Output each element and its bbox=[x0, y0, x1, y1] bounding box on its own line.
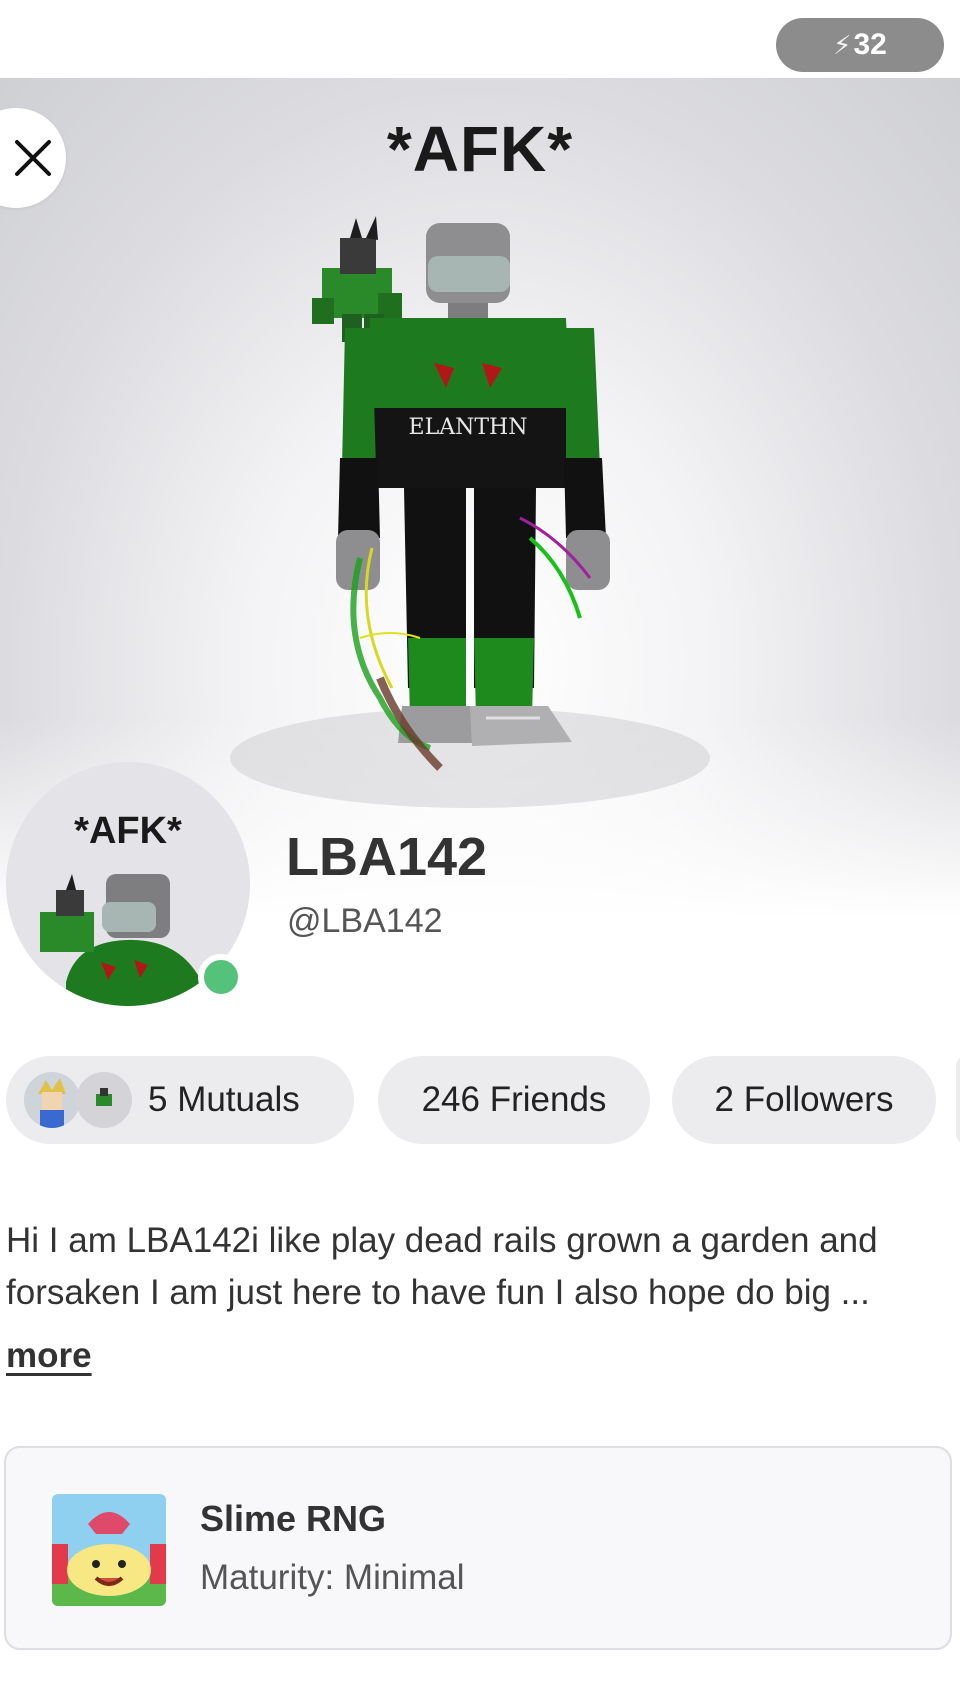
more-chip-partial[interactable] bbox=[956, 1056, 960, 1144]
mutual-avatar bbox=[24, 1072, 80, 1128]
friends-chip[interactable]: 246 Friends bbox=[378, 1056, 650, 1144]
followers-chip[interactable]: 2 Followers bbox=[672, 1056, 936, 1144]
mutuals-count: 5 Mutuals bbox=[148, 1080, 300, 1119]
svg-text:ELANTHN: ELANTHN bbox=[409, 415, 528, 440]
profile-page: ⚡ 32 ELANTHN *AFK* *AFK* LBA142 @LBA142 … bbox=[0, 0, 960, 1707]
username: @LBA142 bbox=[287, 902, 443, 940]
avatar-caption: *AFK* bbox=[74, 810, 182, 852]
followers-count: 2 Followers bbox=[714, 1080, 894, 1119]
avatar-overhead-text: *AFK* bbox=[386, 113, 574, 185]
mutual-avatar bbox=[76, 1072, 132, 1128]
display-name: LBA142 bbox=[286, 827, 488, 887]
current-experience-card[interactable]: Slime RNG Maturity: Minimal bbox=[4, 1446, 952, 1650]
mutual-avatar-image bbox=[76, 1072, 132, 1128]
mutual-avatar-image bbox=[24, 1072, 80, 1128]
status-badge-value: 32 bbox=[853, 28, 887, 61]
experience-title: Slime RNG bbox=[200, 1498, 387, 1539]
slime-game-icon bbox=[52, 1494, 166, 1606]
bio-more-link[interactable]: more bbox=[6, 1336, 92, 1376]
experience-maturity: Maturity: Minimal bbox=[200, 1558, 465, 1597]
mutuals-chip[interactable]: 5 Mutuals bbox=[6, 1056, 354, 1144]
lightning-bolt-icon: ⚡ bbox=[833, 29, 852, 60]
status-badge[interactable]: ⚡ 32 bbox=[776, 18, 944, 72]
friends-count: 246 Friends bbox=[421, 1080, 607, 1119]
close-icon bbox=[15, 140, 51, 176]
online-status-indicator bbox=[198, 954, 244, 1000]
bio-text: Hi I am LBA142i like play dead rails gro… bbox=[6, 1221, 878, 1312]
top-bar: ⚡ 32 bbox=[0, 0, 960, 78]
experience-thumbnail bbox=[52, 1494, 166, 1606]
